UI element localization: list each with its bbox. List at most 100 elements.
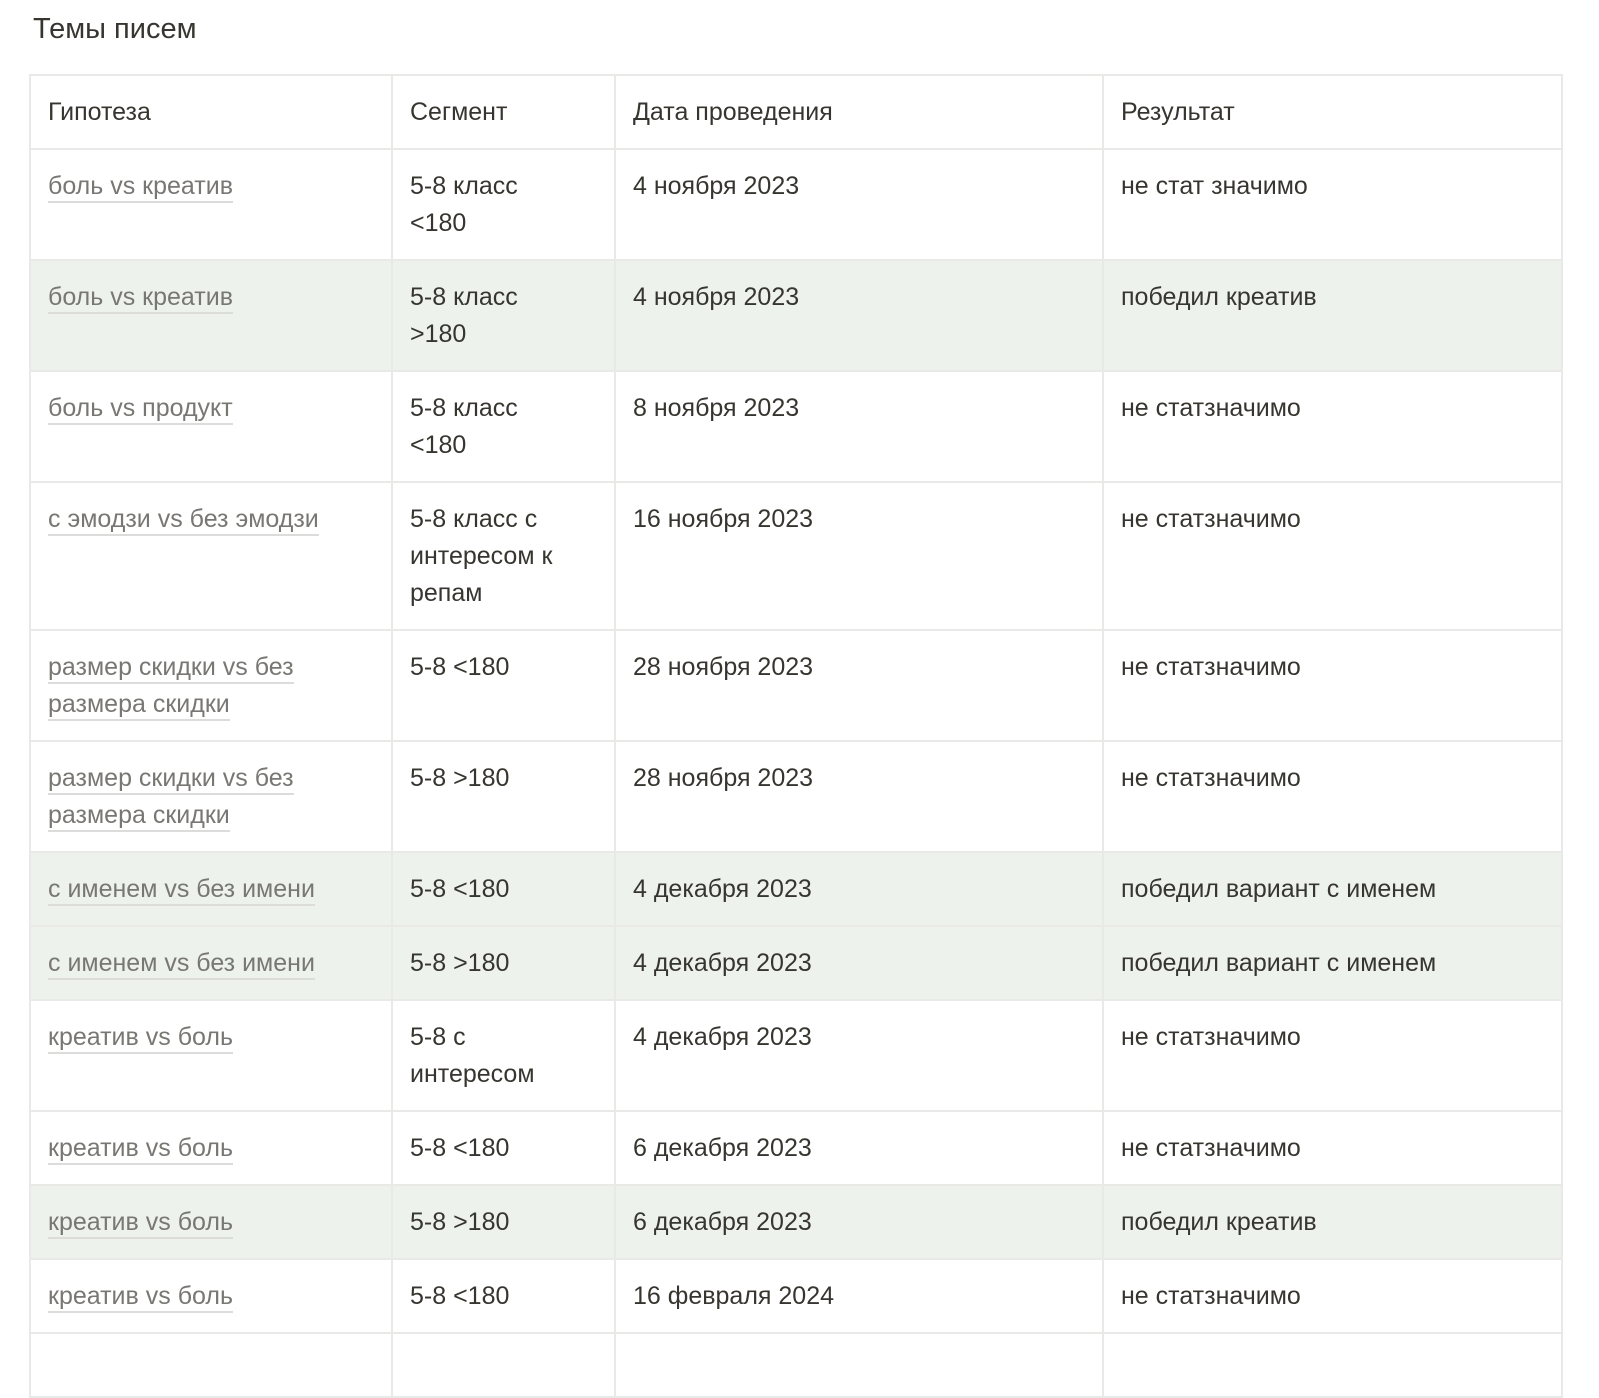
result-text: не статзначимо <box>1121 1282 1301 1310</box>
hypothesis-cell[interactable]: креатив vs боль <box>29 1110 393 1186</box>
column-header-segment[interactable]: Сегмент <box>391 74 616 150</box>
date-text: 6 декабря 2023 <box>633 1208 812 1236</box>
table-row: боль vs креатив 5-8 класс >180 4 ноября … <box>29 259 1563 372</box>
hypothesis-link[interactable]: с именем vs без имени <box>48 875 315 906</box>
table-row: креатив vs боль 5-8 <180 6 декабря 2023 … <box>29 1110 1563 1186</box>
hypothesis-link[interactable]: креатив vs боль <box>48 1134 233 1165</box>
result-text: не статзначимо <box>1121 505 1301 533</box>
table-row: с эмодзи vs без эмодзи 5-8 класс с интер… <box>29 481 1563 631</box>
result-cell[interactable]: победил вариант с именем <box>1102 925 1563 1001</box>
result-cell[interactable]: победил вариант с именем <box>1102 851 1563 927</box>
date-cell[interactable]: 4 декабря 2023 <box>614 999 1104 1112</box>
date-cell[interactable]: 4 декабря 2023 <box>614 925 1104 1001</box>
date-cell[interactable]: 4 ноября 2023 <box>614 259 1104 372</box>
segment-cell[interactable]: 5-8 <180 <box>391 851 616 927</box>
hypothesis-cell[interactable]: креатив vs боль <box>29 1184 393 1260</box>
hypothesis-link[interactable]: креатив vs боль <box>48 1023 233 1054</box>
column-header-date[interactable]: Дата проведения <box>614 74 1104 150</box>
result-text: не статзначимо <box>1121 764 1301 792</box>
hypothesis-link[interactable]: размер скидки vs без размера скидки <box>48 764 294 832</box>
date-text: 4 ноября 2023 <box>633 172 800 200</box>
segment-text: 5-8 класс >180 <box>410 283 518 348</box>
result-text: не статзначимо <box>1121 1023 1301 1051</box>
date-cell[interactable]: 16 февраля 2024 <box>614 1258 1104 1334</box>
segment-cell[interactable] <box>391 1332 616 1398</box>
result-cell[interactable]: не статзначимо <box>1102 370 1563 483</box>
hypothesis-cell[interactable]: с именем vs без имени <box>29 851 393 927</box>
segment-cell[interactable]: 5-8 класс <180 <box>391 148 616 261</box>
segment-cell[interactable]: 5-8 класс с интересом к репам <box>391 481 616 631</box>
result-cell[interactable]: победил креатив <box>1102 259 1563 372</box>
date-text: 28 ноября 2023 <box>633 764 814 792</box>
result-cell[interactable]: победил креатив <box>1102 1184 1563 1260</box>
result-cell[interactable] <box>1102 1332 1563 1398</box>
date-cell[interactable]: 4 ноября 2023 <box>614 148 1104 261</box>
segment-cell[interactable]: 5-8 >180 <box>391 925 616 1001</box>
result-text: не статзначимо <box>1121 653 1301 681</box>
result-cell[interactable]: не статзначимо <box>1102 999 1563 1112</box>
date-cell[interactable] <box>614 1332 1104 1398</box>
date-text: 4 декабря 2023 <box>633 949 812 977</box>
segment-text: 5-8 <180 <box>410 653 510 681</box>
hypothesis-link[interactable]: размер скидки vs без размера скидки <box>48 653 294 721</box>
date-cell[interactable]: 6 декабря 2023 <box>614 1184 1104 1260</box>
date-cell[interactable]: 4 декабря 2023 <box>614 851 1104 927</box>
result-cell[interactable]: не стат значимо <box>1102 148 1563 261</box>
hypothesis-cell[interactable]: боль vs продукт <box>29 370 393 483</box>
segment-cell[interactable]: 5-8 с интересом <box>391 999 616 1112</box>
column-header-hypothesis[interactable]: Гипотеза <box>29 74 393 150</box>
table-row: креатив vs боль 5-8 <180 16 февраля 2024… <box>29 1258 1563 1334</box>
result-cell[interactable]: не статзначимо <box>1102 1258 1563 1334</box>
result-cell[interactable]: не статзначимо <box>1102 740 1563 853</box>
result-cell[interactable]: не статзначимо <box>1102 629 1563 742</box>
table-row: креатив vs боль 5-8 с интересом 4 декабр… <box>29 999 1563 1112</box>
result-cell[interactable]: не статзначимо <box>1102 481 1563 631</box>
column-header-result[interactable]: Результат <box>1102 74 1563 150</box>
segment-cell[interactable]: 5-8 <180 <box>391 1110 616 1186</box>
hypothesis-cell[interactable]: креатив vs боль <box>29 1258 393 1334</box>
segment-cell[interactable]: 5-8 класс <180 <box>391 370 616 483</box>
table-row-empty <box>29 1332 1563 1398</box>
hypothesis-cell[interactable]: креатив vs боль <box>29 999 393 1112</box>
segment-text: 5-8 класс <180 <box>410 172 518 237</box>
table-header-row: Гипотеза Сегмент Дата проведения Результ… <box>29 74 1563 150</box>
date-text: 4 декабря 2023 <box>633 875 812 903</box>
hypothesis-link[interactable]: с именем vs без имени <box>48 949 315 980</box>
date-text: 4 декабря 2023 <box>633 1023 812 1051</box>
segment-text: 5-8 <180 <box>410 1134 510 1162</box>
hypothesis-cell[interactable]: размер скидки vs без размера скидки <box>29 629 393 742</box>
date-text: 28 ноября 2023 <box>633 653 814 681</box>
hypothesis-link[interactable]: креатив vs боль <box>48 1282 233 1313</box>
hypothesis-link[interactable]: креатив vs боль <box>48 1208 233 1239</box>
date-cell[interactable]: 6 декабря 2023 <box>614 1110 1104 1186</box>
hypothesis-link[interactable]: с эмодзи vs без эмодзи <box>48 505 319 536</box>
segment-cell[interactable]: 5-8 >180 <box>391 740 616 853</box>
hypotheses-table: Гипотеза Сегмент Дата проведения Результ… <box>29 74 1563 1398</box>
result-text: не статзначимо <box>1121 1134 1301 1162</box>
date-cell[interactable]: 28 ноября 2023 <box>614 740 1104 853</box>
date-text: 8 ноября 2023 <box>633 394 800 422</box>
hypothesis-cell[interactable]: боль vs креатив <box>29 259 393 372</box>
hypothesis-cell[interactable]: с эмодзи vs без эмодзи <box>29 481 393 631</box>
hypothesis-cell[interactable] <box>29 1332 393 1398</box>
date-cell[interactable]: 16 ноября 2023 <box>614 481 1104 631</box>
segment-cell[interactable]: 5-8 >180 <box>391 1184 616 1260</box>
result-text: победил креатив <box>1121 283 1317 311</box>
hypothesis-link[interactable]: боль vs продукт <box>48 394 233 425</box>
table-row: с именем vs без имени 5-8 >180 4 декабря… <box>29 925 1563 1001</box>
segment-cell[interactable]: 5-8 <180 <box>391 1258 616 1334</box>
hypothesis-link[interactable]: боль vs креатив <box>48 283 233 314</box>
table-row: боль vs креатив 5-8 класс <180 4 ноября … <box>29 148 1563 261</box>
date-cell[interactable]: 28 ноября 2023 <box>614 629 1104 742</box>
hypothesis-cell[interactable]: размер скидки vs без размера скидки <box>29 740 393 853</box>
hypothesis-cell[interactable]: боль vs креатив <box>29 148 393 261</box>
result-cell[interactable]: не статзначимо <box>1102 1110 1563 1186</box>
segment-text: 5-8 >180 <box>410 1208 510 1236</box>
hypothesis-cell[interactable]: с именем vs без имени <box>29 925 393 1001</box>
date-text: 16 февраля 2024 <box>633 1282 835 1310</box>
date-cell[interactable]: 8 ноября 2023 <box>614 370 1104 483</box>
segment-cell[interactable]: 5-8 класс >180 <box>391 259 616 372</box>
segment-cell[interactable]: 5-8 <180 <box>391 629 616 742</box>
hypothesis-link[interactable]: боль vs креатив <box>48 172 233 203</box>
table-row: размер скидки vs без размера скидки 5-8 … <box>29 740 1563 853</box>
